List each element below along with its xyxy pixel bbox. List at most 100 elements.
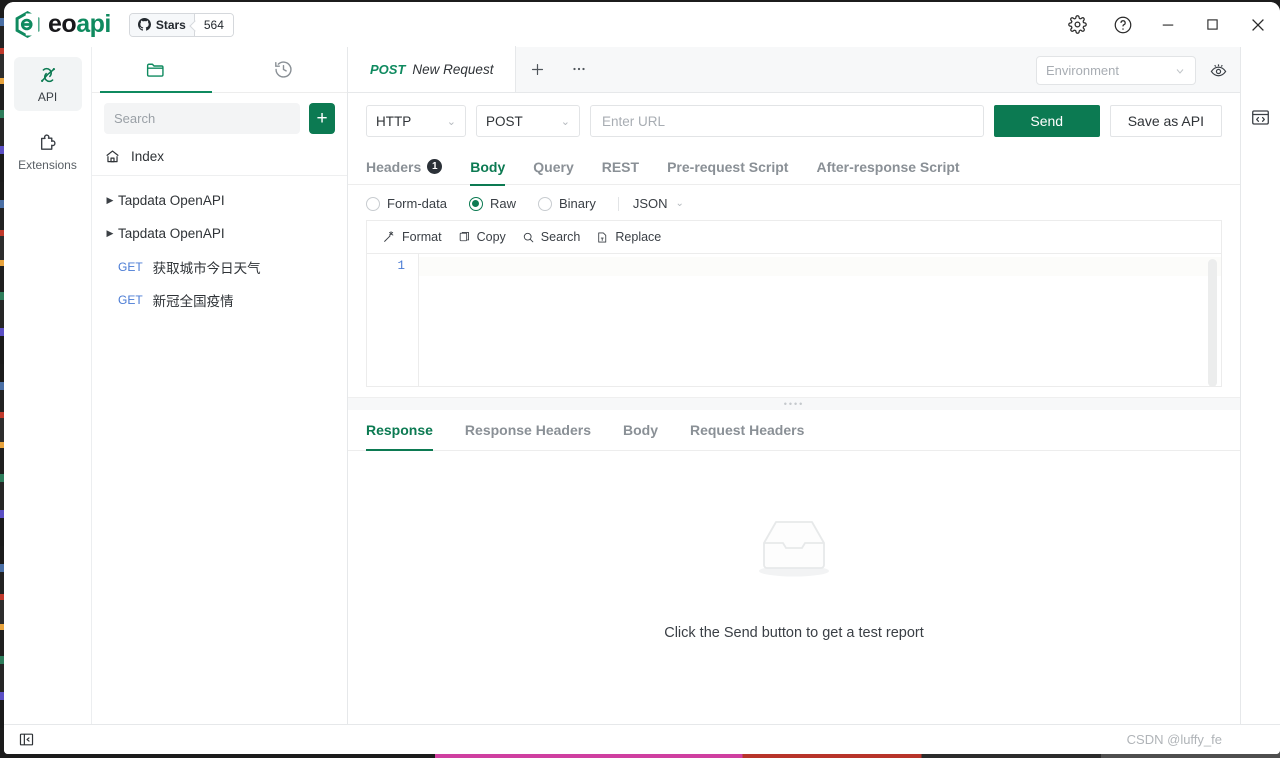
code-lines[interactable] xyxy=(419,254,1221,386)
code-line[interactable] xyxy=(419,257,1221,276)
eoapi-logo-icon xyxy=(15,11,40,38)
logo-text-eo: eo xyxy=(48,10,77,38)
tab-request-headers[interactable]: Request Headers xyxy=(674,410,820,451)
headers-count-badge: 1 xyxy=(427,159,443,174)
puzzle-piece-icon xyxy=(40,134,56,150)
help-button[interactable] xyxy=(1100,2,1145,47)
tab-after-response-script[interactable]: After-response Script xyxy=(802,149,973,185)
tree-group-0[interactable]: ▶ Tapdata OpenAPI xyxy=(92,184,347,217)
stars-count[interactable]: 564 xyxy=(193,13,233,36)
tab-response-headers[interactable]: Response Headers xyxy=(449,410,607,451)
format-label: Format xyxy=(402,230,442,244)
maximize-button[interactable] xyxy=(1190,2,1235,47)
activity-bar: API Extensions xyxy=(4,47,92,724)
code-editor-area[interactable]: 1 xyxy=(367,254,1221,386)
copy-button[interactable]: Copy xyxy=(453,230,517,244)
watermark-text: CSDN @luffy_fe xyxy=(1126,732,1222,747)
editor-scrollbar[interactable] xyxy=(1208,259,1217,386)
sidebar-item-extensions[interactable]: Extensions xyxy=(14,125,82,179)
minimize-button[interactable] xyxy=(1145,2,1190,47)
app-logo: eoapi xyxy=(14,11,111,38)
new-tab-button[interactable] xyxy=(516,46,558,92)
collections-tab[interactable] xyxy=(92,47,220,93)
tab-request-headers-label: Request Headers xyxy=(689,422,805,438)
ellipsis-icon xyxy=(573,67,586,71)
radio-circle-icon xyxy=(537,196,552,211)
environment-select[interactable]: Environment xyxy=(1036,56,1196,85)
tab-rest-label: REST xyxy=(601,158,640,175)
code-generate-button[interactable] xyxy=(1247,103,1275,131)
collections-tree: ▶ Tapdata OpenAPI ▶ Tapdata OpenAPI GET … xyxy=(92,176,347,724)
copy-icon xyxy=(459,231,469,241)
radio-circle-checked-icon xyxy=(468,196,483,211)
protocol-select[interactable]: HTTP ⌄ xyxy=(366,105,466,137)
chevron-down-icon: ⌄ xyxy=(446,115,456,128)
index-row[interactable]: Index xyxy=(92,142,347,176)
tab-response-label: Response xyxy=(366,422,433,438)
add-collection-button[interactable]: + xyxy=(309,103,335,134)
editor-search-label: Search xyxy=(540,230,581,244)
radio-raw-label: Raw xyxy=(489,196,516,211)
body-format-value: JSON xyxy=(632,196,668,211)
method-select[interactable]: POST ⌄ xyxy=(476,105,580,137)
url-input[interactable] xyxy=(590,105,984,137)
url-bar: HTTP ⌄ POST ⌄ Send Save as API xyxy=(348,93,1240,149)
logo-text-api: api xyxy=(76,10,111,38)
tab-headers[interactable]: Headers 1 xyxy=(366,149,456,185)
minimize-icon xyxy=(1162,23,1173,26)
sidebar-item-api[interactable]: API xyxy=(13,57,82,111)
open-tab-new-request[interactable]: POST New Request xyxy=(348,46,517,92)
save-as-api-button[interactable]: Save as API xyxy=(1109,105,1222,137)
title-bar: eoapi Stars 564 xyxy=(4,2,1280,47)
tab-rest[interactable]: REST xyxy=(588,149,653,185)
request-method-badge: GET xyxy=(118,259,143,274)
tab-response[interactable]: Response xyxy=(366,410,449,451)
tab-query[interactable]: Query xyxy=(519,149,587,185)
line-number-gutter: 1 xyxy=(367,254,419,386)
collapse-sidebar-icon xyxy=(19,733,34,746)
chevron-down-icon: ⌄ xyxy=(560,115,570,128)
gear-icon xyxy=(1068,15,1087,34)
tab-response-body[interactable]: Body xyxy=(607,410,674,451)
question-circle-icon xyxy=(1114,16,1131,33)
code-snippet-icon xyxy=(1252,109,1269,125)
tab-body[interactable]: Body xyxy=(456,149,519,186)
environment-preview-button[interactable] xyxy=(1204,56,1232,85)
open-tab-title: New Request xyxy=(412,61,494,77)
radio-raw[interactable]: Raw xyxy=(468,196,516,211)
replace-button[interactable]: Replace xyxy=(591,230,672,244)
search-input[interactable] xyxy=(104,103,300,134)
maximize-icon xyxy=(1207,19,1218,30)
replace-icon xyxy=(598,231,607,243)
github-stars-badge[interactable]: Stars 564 xyxy=(128,12,234,37)
collapse-sidebar-button[interactable] xyxy=(18,731,35,748)
search-icon xyxy=(523,232,534,242)
close-button[interactable] xyxy=(1235,2,1280,47)
tree-request-1[interactable]: GET 新冠全国疫情 xyxy=(92,283,347,316)
tree-group-1[interactable]: ▶ Tapdata OpenAPI xyxy=(92,217,347,250)
tabs-more-button[interactable] xyxy=(558,46,600,92)
panel-splitter[interactable]: •••• xyxy=(348,397,1240,410)
sidebar-item-api-label: API xyxy=(37,90,58,104)
response-empty-state: Click the Send button to get a test repo… xyxy=(348,451,1240,724)
send-button[interactable]: Send xyxy=(993,105,1100,137)
tab-pre-request-script-label: Pre-request Script xyxy=(667,158,789,175)
environment-placeholder: Environment xyxy=(1046,63,1119,78)
window-controls xyxy=(1055,2,1280,47)
tab-after-response-script-label: After-response Script xyxy=(816,158,960,175)
format-button[interactable]: Format xyxy=(377,230,453,244)
line-number: 1 xyxy=(397,259,405,273)
history-tab[interactable] xyxy=(220,47,348,92)
chevron-down-icon xyxy=(1176,68,1184,74)
splitter-grip-icon: •••• xyxy=(783,398,805,409)
body-format-select[interactable]: JSON ⌄ xyxy=(633,196,684,211)
radio-form-data[interactable]: Form-data xyxy=(366,196,447,211)
settings-button[interactable] xyxy=(1055,2,1100,47)
stars-button[interactable]: Stars xyxy=(129,13,194,36)
open-tab-method: POST xyxy=(370,61,406,77)
tab-pre-request-script[interactable]: Pre-request Script xyxy=(653,149,802,185)
editor-search-button[interactable]: Search xyxy=(517,230,592,244)
tree-request-0[interactable]: GET 获取城市今日天气 xyxy=(92,250,347,283)
radio-binary[interactable]: Binary xyxy=(537,196,596,211)
radio-form-data-label: Form-data xyxy=(387,196,447,211)
